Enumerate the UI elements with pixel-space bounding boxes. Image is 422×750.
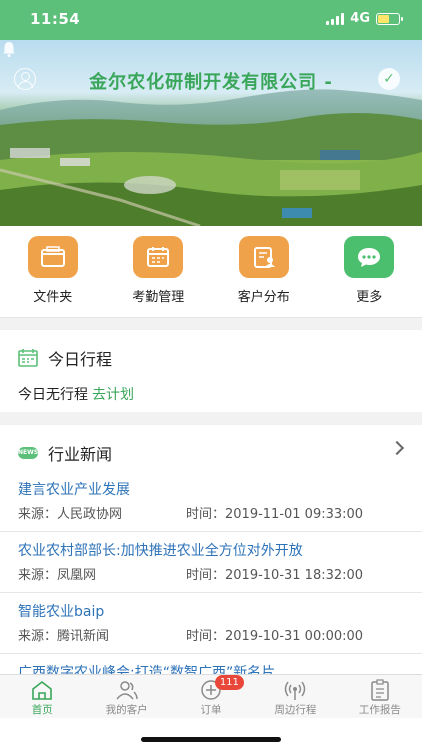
shortcut-label: 文件夹	[33, 290, 73, 305]
calendar-icon	[18, 349, 38, 367]
nearby-signal-icon	[285, 681, 306, 700]
company-title: 金尔农化研制开发有限公司 -	[89, 72, 333, 93]
home-icon	[32, 680, 53, 700]
news-item[interactable]: 智能农业baip 来源：腾讯新闻 时间：2019-10-31 00:00:00	[0, 593, 422, 654]
shortcut-label: 客户分布	[237, 290, 290, 305]
shortcut-folder[interactable]: 文件夹	[0, 226, 106, 317]
news-item-source: 来源：凤凰网	[18, 568, 97, 583]
bell-icon[interactable]	[0, 40, 18, 58]
shortcut-label: 更多	[356, 290, 383, 305]
tab-label: 周边行程	[274, 704, 317, 716]
signal-icon	[326, 12, 345, 25]
tab-home[interactable]: 首页	[0, 675, 84, 718]
news-item[interactable]: 建言农业产业发展 来源：人民政协网 时间：2019-11-01 09:33:00	[0, 471, 422, 532]
tab-customers[interactable]: 我的客户	[84, 675, 168, 718]
shortcut-attendance[interactable]: 考勤管理	[106, 226, 212, 317]
news-item-source: 来源：人民政协网	[18, 507, 123, 522]
bottom-tab-bar: 首页 我的客户 订单 111 周边行程 工作报告	[0, 674, 422, 718]
battery-icon	[376, 12, 403, 25]
industry-news-card: NEWS 行业新闻 建言农业产业发展 来源：人民政协网 时间：2019-11-0…	[0, 425, 422, 675]
calendar-icon	[133, 236, 184, 278]
shortcut-customer-distribution[interactable]: 客户分布	[211, 226, 317, 317]
today-header: 今日行程	[18, 346, 112, 370]
news-title: 行业新闻	[48, 445, 113, 464]
order-count-badge: 111	[214, 675, 244, 690]
plan-link[interactable]: 去计划	[92, 387, 134, 403]
bottom-safe-area	[0, 718, 422, 750]
home-indicator[interactable]	[141, 737, 281, 742]
news-item-title: 智能农业baip	[18, 604, 105, 620]
more-icon	[344, 236, 395, 278]
news-item-time: 时间：2019-10-31 00:00:00	[186, 629, 364, 644]
tab-work-report[interactable]: 工作报告	[338, 675, 422, 718]
customer-doc-icon	[238, 236, 289, 278]
customers-icon	[116, 681, 138, 700]
status-time: 11:54	[30, 10, 81, 28]
status-indicators: 4G	[326, 11, 403, 26]
tab-label: 首页	[31, 704, 53, 716]
news-icon: NEWS	[18, 447, 38, 459]
folder-icon	[27, 236, 78, 278]
network-label: 4G	[350, 11, 370, 26]
news-item-time: 时间：2019-10-31 18:32:00	[186, 568, 364, 583]
tab-nearby[interactable]: 周边行程	[253, 675, 337, 718]
today-empty-text: 今日无行程	[18, 387, 88, 403]
news-item[interactable]: 广西数字农业峰会:打造“数智广西”新名片	[0, 654, 422, 675]
news-item[interactable]: 农业农村部部长:加快推进农业全方位对外开放 来源：凤凰网 时间：2019-10-…	[0, 532, 422, 593]
tab-orders[interactable]: 订单 111	[169, 675, 253, 718]
shortcut-menu: 文件夹 考勤管理 客户分布 更多	[0, 226, 422, 318]
status-bar: 11:54 4G	[0, 0, 422, 40]
tab-label: 工作报告	[358, 704, 401, 716]
shortcut-label: 考勤管理	[132, 290, 185, 305]
news-item-source: 来源：腾讯新闻	[18, 629, 110, 644]
news-item-title: 建言农业产业发展	[18, 482, 130, 498]
news-item-time: 时间：2019-11-01 09:33:00	[186, 507, 364, 522]
chevron-right-icon[interactable]	[389, 440, 405, 456]
news-item-title: 农业农村部部长:加快推进农业全方位对外开放	[18, 543, 303, 559]
check-icon[interactable]: ✓	[378, 68, 400, 90]
today-title: 今日行程	[48, 350, 113, 369]
tab-label: 我的客户	[105, 704, 148, 716]
news-header[interactable]: NEWS 行业新闻	[18, 441, 112, 465]
header-banner: 金尔农化研制开发有限公司 - ✓	[0, 40, 422, 226]
shortcut-more[interactable]: 更多	[317, 226, 422, 317]
report-clipboard-icon	[371, 679, 389, 701]
tab-label: 订单	[200, 704, 222, 716]
today-schedule-card: 今日行程 今日无行程 去计划	[0, 330, 422, 412]
today-empty: 今日无行程 去计划	[18, 384, 134, 404]
